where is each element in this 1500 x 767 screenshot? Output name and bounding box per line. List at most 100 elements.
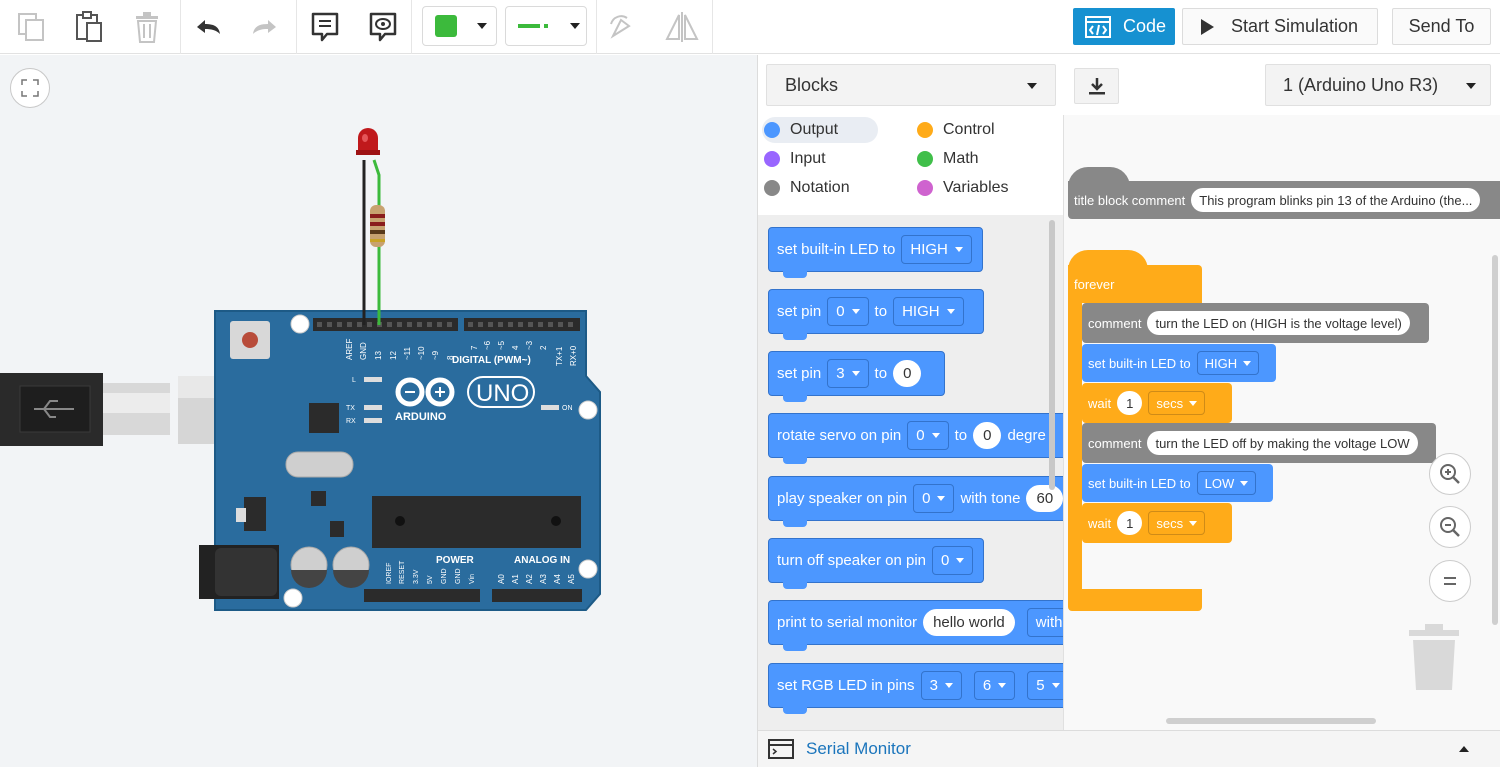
caret-up-icon[interactable] — [1459, 746, 1469, 752]
block-set-builtin-led[interactable]: set built-in LED to HIGH — [768, 227, 983, 278]
download-icon[interactable] — [1074, 68, 1119, 104]
block-dropdown[interactable]: with — [1026, 608, 1063, 637]
zoom-reset-icon[interactable] — [1429, 560, 1471, 602]
code-mode-value: Blocks — [785, 74, 839, 95]
notes-icon[interactable] — [307, 8, 343, 46]
pin-label: ~10 — [417, 346, 426, 360]
block-dropdown[interactable]: HIGH — [901, 235, 972, 264]
trash-can-icon[interactable] — [1407, 622, 1461, 692]
eye-icon[interactable] — [365, 8, 401, 46]
block-dropdown[interactable]: LOW — [1196, 471, 1257, 495]
workspace-vertical-scrollbar[interactable] — [1492, 255, 1498, 625]
set-builtin-led-block[interactable]: set built-in LED to LOW — [1082, 464, 1273, 502]
pin-label: 7 — [470, 345, 479, 350]
block-dropdown[interactable]: 3 — [920, 671, 962, 700]
send-to-button[interactable]: Send To — [1392, 8, 1491, 45]
comment-block[interactable]: comment turn the LED on (HIGH is the vol… — [1082, 303, 1429, 343]
block-set-rgb-led[interactable]: set RGB LED in pins 3 6 5 — [768, 663, 1063, 714]
block-dropdown[interactable]: 5 — [1027, 671, 1063, 700]
block-categories: Output Control Input Math Notation Varia… — [758, 115, 1063, 215]
comment-input[interactable]: This program blinks pin 13 of the Arduin… — [1191, 188, 1481, 212]
block-dropdown[interactable]: 0 — [913, 484, 955, 513]
category-output[interactable]: Output — [762, 117, 879, 143]
board-select[interactable]: 1 (Arduino Uno R3) — [1265, 64, 1491, 106]
category-notation[interactable]: Notation — [764, 175, 850, 201]
comment-block[interactable]: comment turn the LED off by making the v… — [1082, 423, 1436, 463]
block-dropdown[interactable]: secs — [1148, 391, 1206, 415]
rotate-icon[interactable] — [603, 8, 639, 46]
category-dot — [764, 122, 780, 138]
wait-value-input[interactable]: 1 — [1117, 511, 1143, 535]
resistor[interactable] — [370, 205, 385, 247]
flip-icon[interactable] — [662, 8, 702, 46]
copy-icon[interactable] — [12, 8, 50, 46]
block-text: set built-in LED to — [777, 241, 896, 258]
code-button[interactable]: Code — [1073, 8, 1175, 45]
category-variables[interactable]: Variables — [917, 175, 1009, 201]
on-led-label: ON — [562, 405, 573, 412]
pin-label: A3 — [539, 574, 548, 584]
block-text: title block comment — [1074, 192, 1186, 208]
block-dropdown[interactable]: 0 — [907, 421, 949, 450]
block-value-input[interactable]: 60 — [1026, 485, 1063, 512]
title-comment-block[interactable]: title block comment This program blinks … — [1068, 181, 1500, 219]
fill-color-swatch — [435, 15, 457, 37]
blocks-workspace[interactable]: title block comment This program blinks … — [1063, 115, 1500, 730]
block-dropdown[interactable]: 0 — [827, 297, 869, 326]
block-set-pin-value[interactable]: set pin 3 to 0 — [768, 351, 945, 402]
arduino-brand: ARDUINO — [395, 411, 447, 423]
block-set-pin[interactable]: set pin 0 to HIGH — [768, 289, 984, 340]
block-dropdown[interactable]: HIGH — [893, 297, 964, 326]
undo-icon[interactable] — [190, 8, 226, 46]
block-dropdown[interactable]: 6 — [973, 671, 1016, 700]
wait-block[interactable]: wait 1 secs — [1082, 503, 1232, 543]
block-value-input[interactable]: 0 — [973, 422, 1002, 449]
comment-input[interactable]: turn the LED off by making the voltage L… — [1147, 431, 1418, 455]
start-simulation-button[interactable]: Start Simulation — [1182, 8, 1378, 45]
block-dropdown[interactable]: HIGH — [1196, 351, 1260, 375]
workspace-horizontal-scrollbar[interactable] — [1166, 718, 1376, 724]
pin-label: Vin — [469, 574, 476, 584]
trash-icon[interactable] — [128, 8, 166, 46]
wire-color-dropdown[interactable] — [505, 6, 587, 46]
wait-block[interactable]: wait 1 secs — [1082, 383, 1232, 423]
fill-color-dropdown[interactable] — [422, 6, 497, 46]
circuit-canvas[interactable]: AREF GND 13 12 ~11 ~10 ~9 8 7 ~6 ~5 4 ~3… — [0, 55, 757, 767]
block-turn-off-speaker[interactable]: turn off speaker on pin 0 — [768, 538, 984, 589]
code-mode-select[interactable]: Blocks — [766, 64, 1056, 106]
category-label: Math — [943, 150, 979, 167]
dropdown-value: 3 — [929, 677, 938, 694]
red-led[interactable] — [356, 128, 380, 155]
dropdown-value: HIGH — [1204, 355, 1238, 371]
zoom-in-icon[interactable] — [1429, 453, 1471, 495]
comment-input[interactable]: turn the LED on (HIGH is the voltage lev… — [1147, 311, 1410, 335]
rx-led-label: RX — [346, 418, 356, 425]
set-builtin-led-block[interactable]: set built-in LED to HIGH — [1082, 344, 1276, 382]
block-text: to — [874, 303, 888, 320]
block-play-speaker[interactable]: play speaker on pin 0 with tone 60 — [768, 476, 1063, 527]
category-math[interactable]: Math — [917, 146, 979, 172]
block-print-serial[interactable]: print to serial monitor hello world with — [768, 600, 1063, 651]
block-dropdown[interactable]: 0 — [932, 546, 974, 575]
block-dropdown[interactable]: 3 — [827, 359, 869, 388]
paste-icon[interactable] — [70, 8, 108, 46]
flyout-scrollbar[interactable] — [1049, 220, 1055, 490]
block-dropdown[interactable]: secs — [1148, 511, 1206, 535]
forever-block[interactable]: forever — [1068, 265, 1202, 303]
pin-label: GND — [441, 568, 448, 584]
block-text: set pin — [777, 303, 822, 320]
block-text: turn off speaker on pin — [777, 552, 926, 569]
category-control[interactable]: Control — [917, 117, 995, 143]
category-label: Variables — [943, 179, 1009, 196]
block-value-input[interactable]: hello world — [923, 609, 1015, 636]
redo-icon[interactable] — [247, 8, 283, 46]
toolbar-divider — [596, 0, 597, 54]
zoom-out-icon[interactable] — [1429, 506, 1471, 548]
serial-monitor-bar[interactable]: Serial Monitor — [758, 730, 1500, 767]
arduino-uno-board[interactable]: AREF GND 13 12 ~11 ~10 ~9 8 7 ~6 ~5 4 ~3… — [199, 310, 601, 611]
wait-value-input[interactable]: 1 — [1117, 391, 1143, 415]
block-value-input[interactable]: 0 — [893, 360, 922, 387]
block-rotate-servo[interactable]: rotate servo on pin 0 to 0 degre — [768, 413, 1063, 464]
category-input[interactable]: Input — [764, 146, 826, 172]
forever-label: forever — [1074, 277, 1115, 292]
